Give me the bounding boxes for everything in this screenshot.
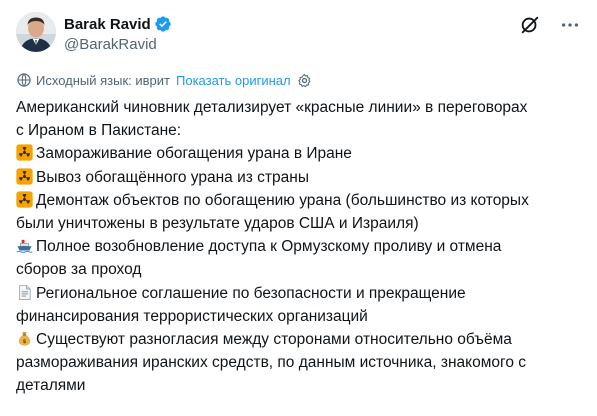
radioactive-icon [16,191,33,208]
avatar[interactable] [16,12,56,52]
grok-icon[interactable] [519,14,541,36]
translate-icon [16,72,32,88]
author-handle[interactable]: @BarakRavid [64,36,172,54]
intro-line: Американский чиновник детализирует «крас… [16,99,528,116]
source-language-label: Исходный язык: иврит [36,72,170,88]
list-item-text: Полное возобновление доступа к Ормузском… [36,238,502,256]
list-item-continuation: финансирования террористических организа… [16,307,368,325]
display-name-row: Barak Ravid [64,14,172,34]
list-item-continuation: сборов за проход [16,261,142,279]
list-item-text: Вывоз обогащённого урана из страны [36,168,309,186]
verified-badge-icon [154,15,172,33]
author-display-name[interactable]: Barak Ravid [64,16,151,33]
author-info: Barak Ravid @BarakRavid [64,14,172,54]
list-item-text: Замораживание обогащения урана в Иране [36,145,352,163]
tweet-card: Barak Ravid @BarakRavid Исходный язык: и… [0,0,597,416]
list-item: Демонтаж объектов по обогащению урана (б… [16,189,584,212]
list-item: Замораживание обогащения урана в Иране [16,142,584,165]
more-icon[interactable] [559,14,581,36]
list-item: Вывоз обогащённого урана из страны [16,166,584,189]
intro-line: с Ираном в Пакистане: [16,122,182,140]
list-item: Полное возобновление доступа к Ормузском… [16,235,584,258]
money-bag-icon: $ [16,330,33,347]
list-item-text: Демонтаж объектов по обогащению урана (б… [36,191,529,209]
list-item-text: Существуют разногласия между сторонами о… [36,331,512,349]
list-item-text: Региональное соглашение по безопасности … [36,284,466,302]
translation-info: Исходный язык: иврит Показать оригинал [16,70,312,90]
tweet-header: Barak Ravid @BarakRavid [16,12,581,60]
radioactive-icon [16,144,33,162]
settings-icon[interactable] [297,73,312,88]
document-icon [16,284,33,301]
tweet-text: Американский чиновник детализирует «крас… [16,96,584,398]
list-item: $ Существуют разногласия между сторонами… [16,328,584,351]
header-actions [519,14,581,36]
ship-icon [16,237,33,254]
list-item-continuation: деталями [16,377,86,395]
list-item-continuation: были уничтожены в результате ударов США … [16,215,419,233]
list-item-continuation: размораживания иранских средств, по данн… [16,354,527,372]
svg-text:$: $ [23,339,27,345]
list-item: Региональное соглашение по безопасности … [16,282,584,305]
radioactive-icon [16,167,33,185]
show-original-link[interactable]: Показать оригинал [176,73,291,88]
